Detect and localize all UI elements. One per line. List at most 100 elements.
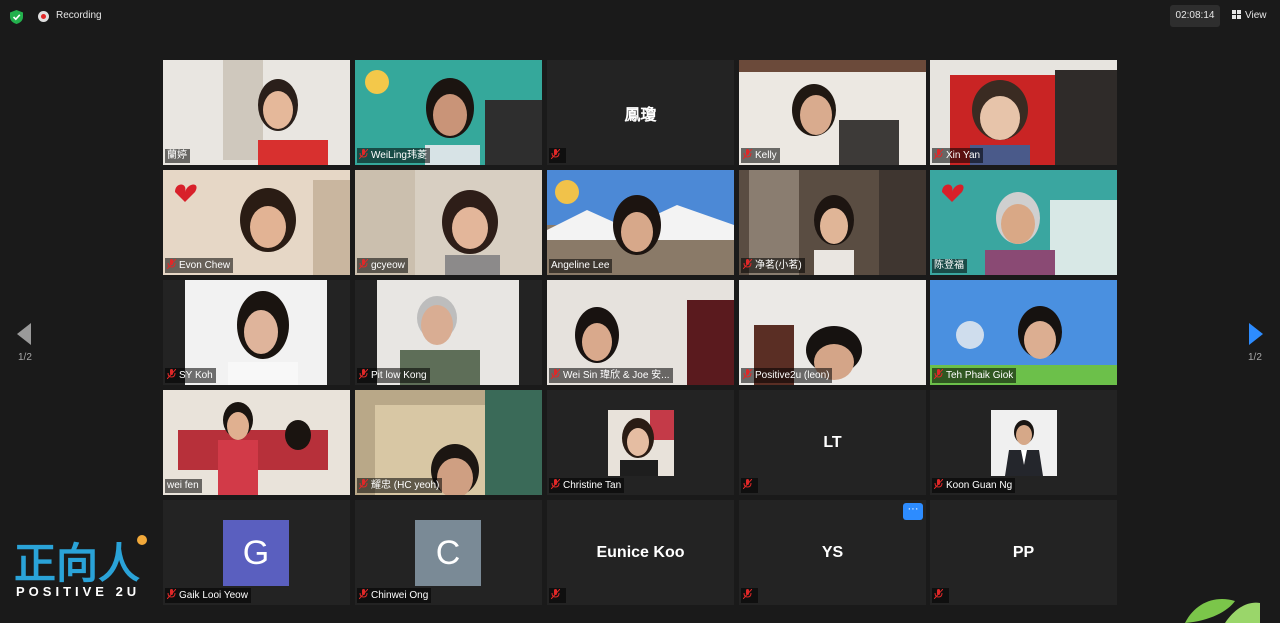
muted-mic-icon — [934, 149, 943, 159]
participant-name: 净茗(小茗) — [741, 258, 805, 273]
participant-name-text: Evon Chew — [179, 260, 231, 271]
participant-name: Chinwei Ong — [357, 588, 432, 603]
profile-photo — [608, 410, 674, 476]
muted-mic-icon — [359, 259, 368, 269]
muted-mic-icon — [167, 369, 176, 379]
video-tile[interactable]: Xin Yan — [930, 60, 1117, 165]
muted-mic-icon — [359, 149, 368, 159]
participant-name: Gaik Looi Yeow — [165, 588, 251, 603]
muted-mic-icon — [743, 479, 752, 489]
view-button[interactable]: View — [1232, 8, 1267, 24]
video-tile[interactable]: Pit low Kong — [355, 280, 542, 385]
avatar: C — [415, 520, 481, 586]
video-tile-active-speaker[interactable]: 陈登福 — [930, 170, 1117, 275]
muted-mic-icon — [743, 589, 752, 599]
participant-display-name: Eunice Koo — [596, 543, 685, 561]
participant-display-name: 鳳瓊 — [624, 106, 657, 124]
participant-name: Angeline Lee — [549, 259, 613, 273]
muted-mic-icon — [551, 589, 560, 599]
participant-name-text: gcyeow — [371, 260, 405, 271]
muted-mic-icon — [743, 369, 752, 379]
participant-name-text: Wei Sin 瑋欣 & Joe 安... — [563, 370, 670, 381]
muted-mic-icon — [551, 369, 560, 379]
participant-name-text: Christine Tan — [563, 480, 622, 491]
participant-name-text: 耀忠 (HC yeoh) — [371, 480, 440, 491]
video-tile[interactable]: Positive2u (leon) — [739, 280, 926, 385]
participant-name: gcyeow — [357, 258, 408, 273]
muted-mic-icon — [551, 149, 560, 159]
recording-label: Recording — [56, 10, 102, 21]
participant-name — [549, 588, 566, 603]
meeting-top-bar: Recording 02:08:14 View — [0, 0, 1280, 34]
participant-name: Wei Sin 瑋欣 & Joe 安... — [549, 368, 673, 383]
page-indicator-right: 1/2 — [1248, 352, 1262, 363]
video-tile[interactable]: Evon Chew — [163, 170, 350, 275]
recording-icon — [38, 11, 49, 22]
participant-name: 蘭婷 — [165, 149, 190, 163]
participant-name-text: Koon Guan Ng — [946, 480, 1013, 491]
muted-mic-icon — [934, 589, 943, 599]
video-tile[interactable]: YS — [739, 500, 926, 605]
participant-video — [163, 60, 350, 165]
video-tile[interactable]: gcyeow — [355, 170, 542, 275]
participant-name — [741, 588, 758, 603]
participant-name: wei fen — [165, 479, 202, 493]
muted-mic-icon — [359, 479, 368, 489]
meeting-timer: 02:08:14 — [1170, 5, 1220, 27]
participant-name: Xin Yan — [932, 148, 984, 163]
video-tile[interactable]: Eunice Koo — [547, 500, 734, 605]
participant-name: 陈登福 — [932, 259, 967, 273]
participant-display-name: LT — [823, 433, 842, 451]
video-tile[interactable]: Christine Tan — [547, 390, 734, 495]
participant-display-name: YS — [821, 543, 844, 561]
video-tile[interactable]: G Gaik Looi Yeow — [163, 500, 350, 605]
video-tile[interactable]: Kelly — [739, 60, 926, 165]
participant-name — [549, 148, 566, 163]
participant-display-name: PP — [1012, 543, 1035, 561]
participant-name: Evon Chew — [165, 258, 234, 273]
muted-mic-icon — [743, 259, 752, 269]
participant-name: 耀忠 (HC yeoh) — [357, 478, 443, 493]
participant-name-text: Kelly — [755, 150, 777, 161]
video-tile[interactable]: Wei Sin 瑋欣 & Joe 安... — [547, 280, 734, 385]
video-tile[interactable]: 蘭婷 — [163, 60, 350, 165]
muted-mic-icon — [934, 369, 943, 379]
participant-name-text: Chinwei Ong — [371, 590, 429, 601]
video-tile[interactable]: Angeline Lee — [547, 170, 734, 275]
video-tile[interactable]: 耀忠 (HC yeoh) — [355, 390, 542, 495]
video-tile[interactable]: Koon Guan Ng — [930, 390, 1117, 495]
participant-name — [932, 588, 949, 603]
leaf-decoration-icon — [1185, 599, 1260, 623]
participant-name — [741, 478, 758, 493]
muted-mic-icon — [743, 149, 752, 159]
security-shield-icon[interactable] — [10, 10, 23, 24]
participant-name: Kelly — [741, 148, 780, 163]
participant-name-text: Pit low Kong — [371, 370, 427, 381]
muted-mic-icon — [167, 259, 176, 269]
video-tile[interactable]: Teh Phaik Giok — [930, 280, 1117, 385]
video-tile[interactable]: 鳳瓊 — [547, 60, 734, 165]
participant-name: Koon Guan Ng — [932, 478, 1016, 493]
participant-name-text: SY Koh — [179, 370, 213, 381]
participant-name: WeiLing玮菱 — [357, 148, 430, 163]
participant-name: Pit low Kong — [357, 368, 430, 383]
logo-subtitle: POSITIVE 2U — [16, 584, 141, 599]
participant-name-text: 净茗(小茗) — [755, 260, 802, 271]
more-options-button[interactable]: ··· — [903, 503, 923, 520]
view-label: View — [1245, 10, 1267, 21]
video-tile[interactable]: WeiLing玮菱 — [355, 60, 542, 165]
video-tile[interactable]: 净茗(小茗) — [739, 170, 926, 275]
muted-mic-icon — [359, 589, 368, 599]
participant-name-text: Positive2u (leon) — [755, 370, 830, 381]
video-tile[interactable]: SY Koh — [163, 280, 350, 385]
video-tile[interactable]: wei fen — [163, 390, 350, 495]
avatar: G — [223, 520, 289, 586]
video-tile[interactable]: C Chinwei Ong — [355, 500, 542, 605]
svg-text:正向人: 正向人 — [14, 539, 140, 588]
video-tile[interactable]: LT — [739, 390, 926, 495]
participant-name: SY Koh — [165, 368, 216, 383]
video-tile[interactable]: PP — [930, 500, 1117, 605]
participant-name-text: WeiLing玮菱 — [371, 150, 427, 161]
participant-name: Teh Phaik Giok — [932, 368, 1017, 383]
participant-name: Positive2u (leon) — [741, 368, 833, 383]
